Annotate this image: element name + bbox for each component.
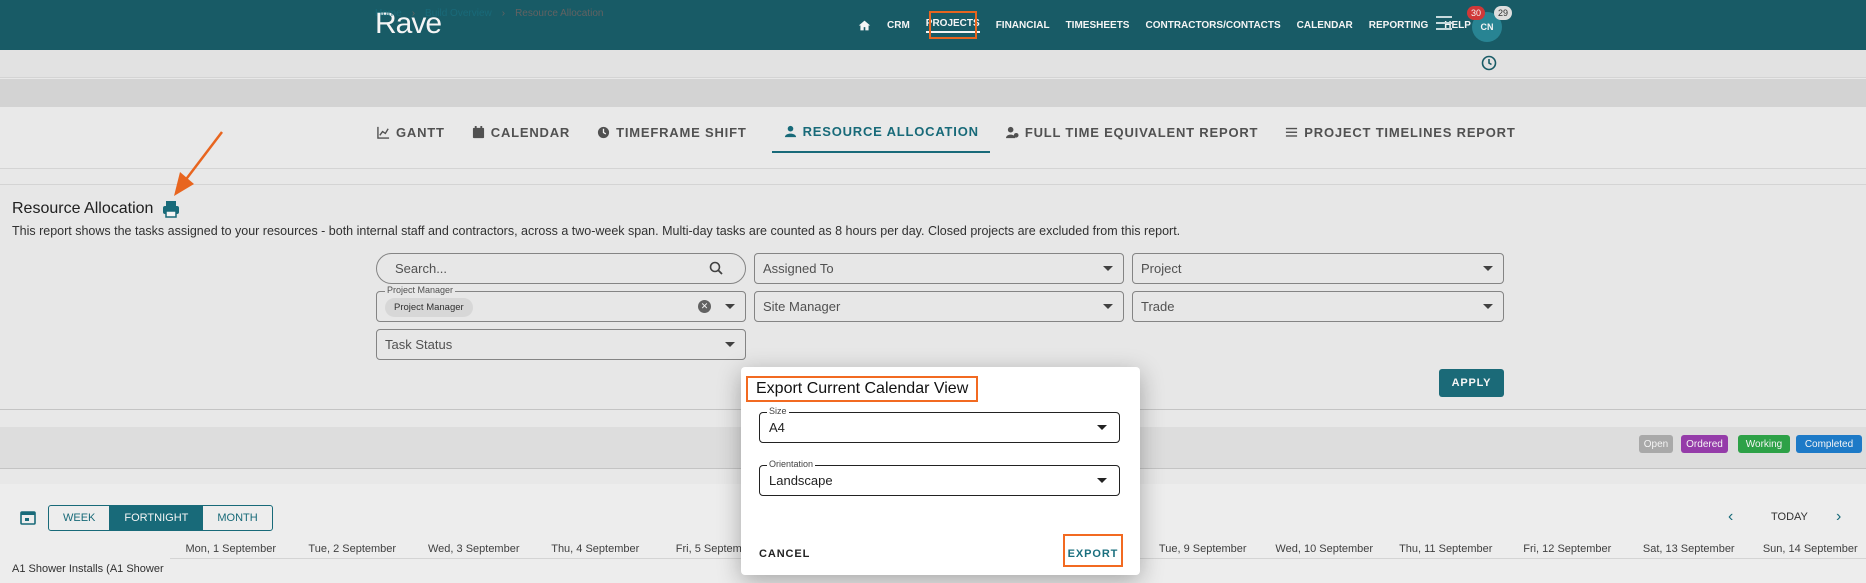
export-dialog: Export Current Calendar View Size A4 Ori… [741,367,1140,575]
size-select[interactable]: Size A4 [759,406,1120,443]
export-button[interactable]: EXPORT [1063,534,1123,567]
chevron-down-icon [1097,425,1107,430]
orientation-label: Orientation [767,459,816,469]
orientation-value: Landscape [769,473,833,488]
chevron-down-icon [1097,478,1107,483]
orientation-select[interactable]: Orientation Landscape [759,459,1120,496]
dialog-title: Export Current Calendar View [746,376,979,402]
size-label: Size [767,406,789,416]
size-value: A4 [769,420,785,435]
cancel-button[interactable]: CANCEL [759,548,810,560]
